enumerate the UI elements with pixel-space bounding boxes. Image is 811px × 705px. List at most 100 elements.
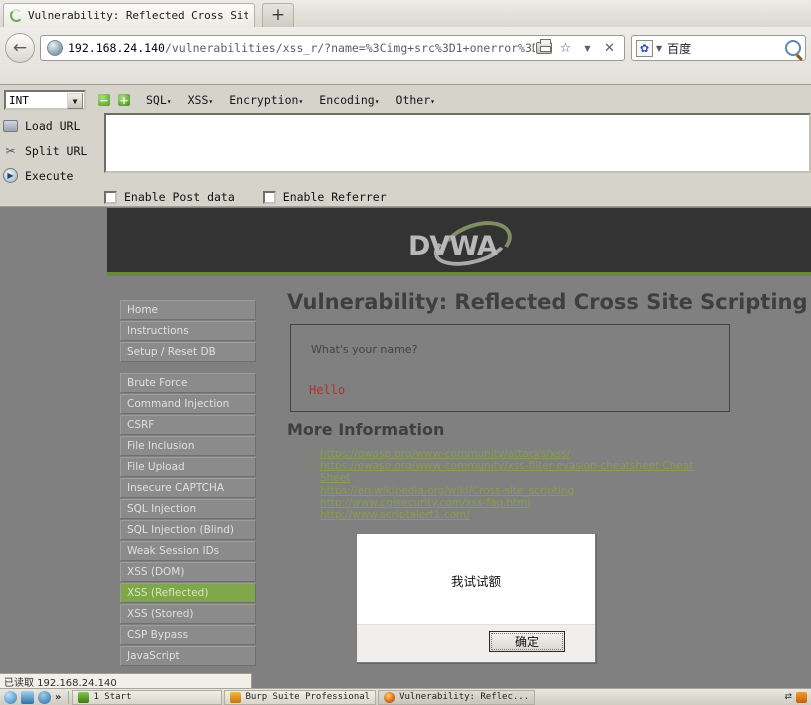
- menu-other[interactable]: Other▾: [396, 93, 435, 107]
- hackbar-toolbar: INT ▼ − + SQL▾ XSS▾ Encryption▾ Encoding…: [0, 85, 811, 207]
- taskbar-button-start[interactable]: 1 Start: [72, 689, 223, 705]
- list-item[interactable]: http://www.cgisecurity.com/xss-faq.html: [320, 497, 720, 509]
- sidebar-item-insecure-captcha[interactable]: Insecure CAPTCHA: [120, 478, 256, 498]
- dvwa-header-accent-bar: [107, 272, 811, 276]
- media-icon[interactable]: [21, 690, 34, 704]
- url-text: 192.168.24.140/vulnerabilities/xss_r/?na…: [68, 41, 535, 55]
- sidebar-item-file-upload[interactable]: File Upload: [120, 457, 256, 477]
- quick-launch-bar: »: [0, 690, 65, 704]
- hackbar-type-select[interactable]: INT ▼: [4, 90, 86, 110]
- load-url-icon: [2, 117, 19, 134]
- execute-icon: ▶: [2, 167, 19, 184]
- link-owasp-xss[interactable]: https://owasp.org/www-community/attacks/…: [320, 448, 570, 460]
- menu-xss[interactable]: XSS▾: [188, 93, 214, 107]
- volume-icon[interactable]: [796, 691, 807, 703]
- sidebar-item-sql-injection[interactable]: SQL Injection: [120, 499, 256, 519]
- printer-icon[interactable]: [535, 39, 552, 57]
- address-bar[interactable]: 192.168.24.140/vulnerabilities/xss_r/?na…: [40, 35, 625, 61]
- sidebar-item-xss-stored[interactable]: XSS (Stored): [120, 604, 256, 624]
- sidebar-item-sql-injection-blind[interactable]: SQL Injection (Blind): [120, 520, 256, 540]
- back-button[interactable]: ←: [5, 33, 35, 63]
- load-url-label: Load URL: [25, 118, 81, 133]
- checkbox-box[interactable]: [262, 190, 276, 204]
- menu-sql[interactable]: SQL▾: [146, 93, 172, 107]
- enable-post-data-checkbox[interactable]: Enable Post data: [104, 190, 235, 204]
- dvwa-sidebar: Home Instructions Setup / Reset DB Brute…: [120, 300, 256, 677]
- search-box[interactable]: ✿ ▼ 百度: [631, 35, 806, 61]
- link-xss-filter-evasion-cheatsheet[interactable]: https://owasp.org/www-community/xss-filt…: [320, 460, 693, 484]
- address-bar-icons: ☆ ▼ ✕: [535, 39, 621, 57]
- chevron-down-icon[interactable]: ▼: [67, 93, 83, 109]
- baidu-paw-icon[interactable]: ✿: [636, 39, 653, 57]
- enable-referrer-label: Enable Referrer: [282, 190, 387, 204]
- loading-spinner-icon: [10, 9, 23, 22]
- chevron-down-icon[interactable]: ▼: [579, 40, 596, 57]
- more-information-links: https://owasp.org/www-community/attacks/…: [300, 448, 720, 521]
- add-button[interactable]: +: [118, 94, 130, 106]
- sidebar-item-csrf[interactable]: CSRF: [120, 415, 256, 435]
- checkbox-box[interactable]: [104, 190, 117, 204]
- execute-label: Execute: [25, 168, 74, 183]
- sidebar-item-csp-bypass[interactable]: CSP Bypass: [120, 625, 256, 645]
- enable-referrer-checkbox[interactable]: Enable Referrer: [262, 190, 387, 204]
- quick-launch-more-icon[interactable]: »: [55, 692, 61, 703]
- list-item[interactable]: http://www.scriptalert1.com/: [320, 509, 720, 521]
- link-wikipedia-xss[interactable]: https://en.wikipedia.org/wiki/Cross-site…: [320, 485, 574, 497]
- more-information-heading: More Information: [287, 420, 445, 439]
- search-input[interactable]: 百度: [667, 40, 785, 57]
- xss-result-text: Hello: [309, 383, 346, 397]
- link-scriptalert1[interactable]: http://www.scriptalert1.com/: [320, 509, 470, 521]
- taskbar-button-label: Burp Suite Professional: [245, 692, 371, 702]
- firefox-icon[interactable]: [38, 690, 51, 704]
- javascript-alert-dialog: 我试试额 确定: [356, 533, 596, 663]
- sidebar-item-javascript[interactable]: JavaScript: [120, 646, 256, 666]
- name-field-label: What's your name?: [311, 343, 418, 356]
- menu-other-label: Other: [395, 93, 431, 107]
- load-url-button[interactable]: Load URL: [2, 113, 102, 138]
- hackbar-actions: Load URL ✂ Split URL ▶ Execute: [2, 113, 102, 188]
- list-item[interactable]: https://owasp.org/www-community/xss-filt…: [320, 460, 720, 484]
- browser-tab[interactable]: Vulnerability: Reflected Cross Site···: [3, 3, 255, 27]
- dialog-ok-button[interactable]: 确定: [489, 631, 565, 652]
- menu-encoding[interactable]: Encoding▾: [319, 93, 379, 107]
- taskbar-button-firefox[interactable]: Vulnerability: Reflec...: [378, 689, 536, 705]
- taskbar: » 1 Start Burp Suite Professional Vulner…: [0, 688, 811, 705]
- taskbar-divider: [68, 690, 70, 704]
- list-item[interactable]: https://en.wikipedia.org/wiki/Cross-site…: [320, 485, 720, 497]
- menu-encryption[interactable]: Encryption▾: [229, 93, 303, 107]
- sidebar-item-brute-force[interactable]: Brute Force: [120, 373, 256, 393]
- new-tab-button[interactable]: +: [262, 3, 294, 27]
- split-url-icon: ✂: [5, 143, 16, 158]
- sidebar-item-instructions[interactable]: Instructions: [120, 321, 256, 341]
- search-icon[interactable]: [785, 40, 801, 56]
- sidebar-item-xss-dom[interactable]: XSS (DOM): [120, 562, 256, 582]
- ie-icon[interactable]: [4, 690, 17, 704]
- sidebar-item-weak-session-ids[interactable]: Weak Session IDs: [120, 541, 256, 561]
- network-icon[interactable]: ⇄: [784, 692, 792, 702]
- navigation-toolbar: ← 192.168.24.140/vulnerabilities/xss_r/?…: [0, 27, 811, 69]
- execute-button[interactable]: ▶ Execute: [2, 163, 102, 188]
- screen: Vulnerability: Reflected Cross Site··· +…: [0, 0, 811, 705]
- sidebar-item-file-inclusion[interactable]: File Inclusion: [120, 436, 256, 456]
- sidebar-item-home[interactable]: Home: [120, 300, 256, 320]
- link-cgisecurity-xss-faq[interactable]: http://www.cgisecurity.com/xss-faq.html: [320, 497, 530, 509]
- sidebar-item-xss-reflected[interactable]: XSS (Reflected): [120, 583, 256, 603]
- remove-button[interactable]: −: [98, 94, 110, 106]
- bookmark-star-icon[interactable]: ☆: [557, 40, 574, 57]
- xss-form-panel: What's your name? Hello: [290, 324, 730, 412]
- web-page-viewport: DVWA Home Instructions Setup / Reset DB …: [0, 208, 811, 686]
- burp-icon: [230, 691, 242, 703]
- taskbar-button-burp-suite[interactable]: Burp Suite Professional: [224, 689, 377, 705]
- sidebar-item-command-injection[interactable]: Command Injection: [120, 394, 256, 414]
- split-url-button[interactable]: ✂ Split URL: [2, 138, 102, 163]
- search-engine-chevron-icon[interactable]: ▼: [656, 44, 662, 53]
- enable-post-data-label: Enable Post data: [124, 190, 235, 204]
- dvwa-logo: DVWA: [403, 212, 523, 276]
- chevron-down-icon: ▾: [374, 97, 380, 106]
- stop-icon[interactable]: ✕: [601, 40, 618, 57]
- sidebar-item-setup-reset-db[interactable]: Setup / Reset DB: [120, 342, 256, 362]
- globe-icon: [47, 40, 63, 56]
- hackbar-url-textarea[interactable]: [104, 113, 811, 173]
- list-item[interactable]: https://owasp.org/www-community/attacks/…: [320, 448, 720, 460]
- dvwa-header-banner: DVWA: [107, 208, 811, 276]
